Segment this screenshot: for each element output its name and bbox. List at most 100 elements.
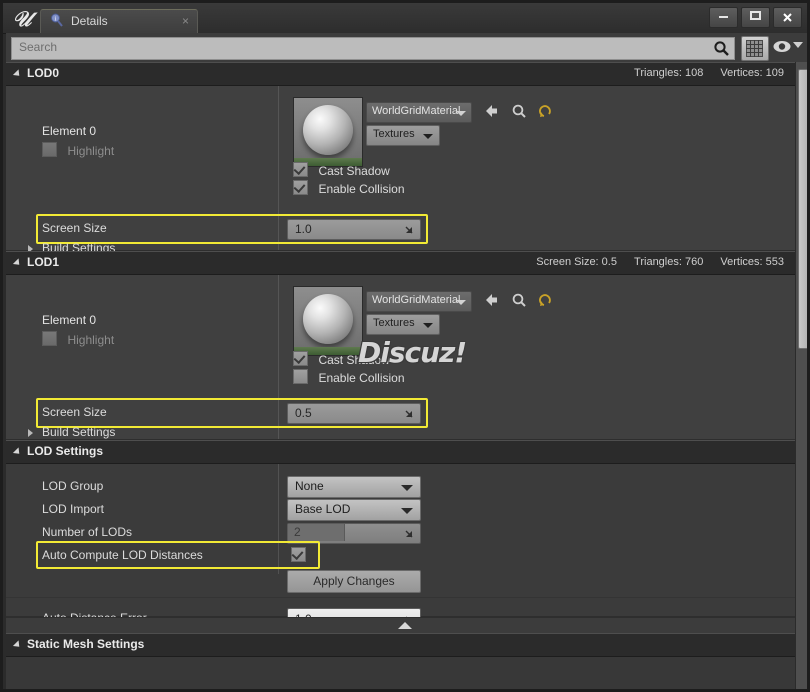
lod0-body: Element 0 Highlight WorldGridMaterial Te… xyxy=(6,86,796,255)
search-input[interactable]: Search xyxy=(11,37,735,60)
lod1-material-thumbnail[interactable] xyxy=(293,286,363,356)
lod-import-label: LOD Import xyxy=(42,502,105,516)
lod-import-row[interactable]: LOD Import Base LOD xyxy=(6,499,796,521)
screen-size-label: Screen Size xyxy=(42,405,107,419)
grid-view-button[interactable] xyxy=(741,36,769,61)
screen-size-label: Screen Size xyxy=(42,221,107,235)
lod1-vertices: Vertices: 553 xyxy=(720,256,784,268)
section-header-lod-settings[interactable]: LOD Settings xyxy=(6,440,796,464)
lod0-material-thumbnail[interactable] xyxy=(293,97,363,167)
close-button[interactable] xyxy=(773,7,802,28)
number-of-lods-field[interactable]: 2 xyxy=(287,523,421,544)
lod1-screen-size-row[interactable]: Screen Size 0.5 xyxy=(6,402,796,424)
search-icon[interactable] xyxy=(713,40,730,57)
lod0-cast-shadow-row[interactable]: Cast Shadow xyxy=(293,162,390,180)
lod-import-dropdown[interactable]: Base LOD xyxy=(287,499,421,521)
screen-size-field[interactable]: 1.0 xyxy=(287,219,421,240)
material-name: WorldGridMaterial xyxy=(372,294,461,306)
lod0-screen-size-row[interactable]: Screen Size 1.0 xyxy=(6,218,796,240)
screen-size-value: 1.0 xyxy=(295,222,312,236)
lod-import-value: Base LOD xyxy=(295,502,351,516)
lod-settings-body: LOD Group None LOD Import Base LOD Numbe… xyxy=(6,464,796,631)
eye-visibility-icon xyxy=(772,41,792,58)
thumbnail-sphere xyxy=(303,294,353,344)
apply-changes-label: Apply Changes xyxy=(313,574,395,588)
cast-shadow-label: Cast Shadow xyxy=(318,164,390,178)
browse-magnifier-icon[interactable] xyxy=(511,102,527,125)
lod1-textures-dropdown[interactable]: Textures xyxy=(366,314,440,335)
maximize-button[interactable] xyxy=(741,7,770,28)
expand-triangle-icon xyxy=(12,258,23,268)
build-settings-label: Build Settings xyxy=(42,425,116,439)
textures-label: Textures xyxy=(373,128,415,140)
lod0-element-label: Element 0 xyxy=(42,124,97,138)
collapsed-triangle-icon[interactable] xyxy=(28,429,33,437)
browse-magnifier-icon[interactable] xyxy=(511,291,527,314)
highlight-checkbox[interactable] xyxy=(42,142,57,157)
screen-size-value: 0.5 xyxy=(295,406,312,420)
cast-shadow-checkbox[interactable] xyxy=(293,351,308,366)
section-header-static-mesh-settings[interactable]: Static Mesh Settings xyxy=(6,633,796,657)
collapse-up-arrow-icon xyxy=(398,622,412,629)
enable-collision-checkbox[interactable] xyxy=(293,180,308,195)
lod0-vertices: Vertices: 109 xyxy=(720,67,784,79)
screen-size-field[interactable]: 0.5 xyxy=(287,403,421,424)
reset-arrow-icon[interactable] xyxy=(403,527,415,539)
material-dropdown[interactable]: WorldGridMaterial xyxy=(366,291,472,312)
lod0-textures-dropdown[interactable]: Textures xyxy=(366,125,440,146)
vertical-scrollbar[interactable] xyxy=(795,62,807,689)
reset-arrow-icon[interactable] xyxy=(403,223,415,235)
visibility-button[interactable] xyxy=(772,39,792,56)
number-of-lods-label: Number of LODs xyxy=(42,525,133,539)
collapse-handle[interactable] xyxy=(6,617,796,633)
lod0-triangles: Triangles: 108 xyxy=(634,67,704,79)
unreal-logo-icon: 𝒰 xyxy=(12,6,32,31)
enable-collision-label: Enable Collision xyxy=(318,182,405,196)
auto-compute-checkbox[interactable] xyxy=(291,547,306,562)
expand-triangle-icon xyxy=(12,69,23,79)
enable-collision-checkbox[interactable] xyxy=(293,369,308,384)
lod0-enable-collision-row[interactable]: Enable Collision xyxy=(293,180,405,198)
section-header-lod1[interactable]: LOD1 Screen Size: 0.5 Triangles: 760 Ver… xyxy=(6,251,796,275)
tab-close-icon[interactable]: × xyxy=(182,14,189,28)
lod0-stats: Triangles: 108 Vertices: 109 xyxy=(620,67,784,79)
chevron-down-icon[interactable] xyxy=(793,42,803,48)
back-arrow-icon[interactable] xyxy=(483,291,499,314)
tab-label: Details xyxy=(71,14,108,28)
material-name: WorldGridMaterial xyxy=(372,105,461,117)
details-info-icon: i xyxy=(49,13,65,29)
number-of-lods-row[interactable]: Number of LODs 2 xyxy=(6,522,796,544)
material-dropdown[interactable]: WorldGridMaterial xyxy=(366,102,472,123)
reset-arrow-icon[interactable] xyxy=(538,102,552,125)
cast-shadow-checkbox[interactable] xyxy=(293,162,308,177)
highlight-checkbox[interactable] xyxy=(42,331,57,346)
chevron-down-icon xyxy=(423,134,433,139)
minimize-button[interactable] xyxy=(709,7,738,28)
lod1-enable-collision-row[interactable]: Enable Collision xyxy=(293,369,405,387)
apply-changes-row: Apply Changes xyxy=(6,570,796,593)
details-window: 𝒰 i Details × Search LOD0 Triangles: 108… xyxy=(0,0,810,692)
section-header-lod0[interactable]: LOD0 Triangles: 108 Vertices: 109 xyxy=(6,62,796,86)
lod-group-dropdown[interactable]: None xyxy=(287,476,421,498)
lod-group-label: LOD Group xyxy=(42,479,104,493)
tab-details[interactable]: i Details × xyxy=(40,9,198,34)
lod0-highlight-row[interactable]: Highlight xyxy=(42,142,114,160)
number-of-lods-value: 2 xyxy=(294,525,301,539)
reset-arrow-icon[interactable] xyxy=(403,407,415,419)
highlight-label: Highlight xyxy=(67,333,115,347)
discuz-watermark: Discuz! xyxy=(358,336,467,369)
scrollbar-thumb[interactable] xyxy=(798,69,807,349)
row-separator xyxy=(6,597,796,598)
apply-changes-button[interactable]: Apply Changes xyxy=(287,570,421,593)
reset-arrow-icon[interactable] xyxy=(538,291,552,314)
chevron-down-icon xyxy=(423,323,433,328)
lod1-screen-size: Screen Size: 0.5 xyxy=(536,256,617,268)
auto-compute-lod-distances-row[interactable]: Auto Compute LOD Distances xyxy=(6,545,796,567)
lod-group-row[interactable]: LOD Group None xyxy=(6,476,796,498)
back-arrow-icon[interactable] xyxy=(483,102,499,125)
window-controls xyxy=(709,7,802,28)
section-title: LOD0 xyxy=(27,66,60,80)
lod-group-value: None xyxy=(295,479,324,493)
lod1-highlight-row[interactable]: Highlight xyxy=(42,331,114,349)
thumbnail-sphere xyxy=(303,105,353,155)
